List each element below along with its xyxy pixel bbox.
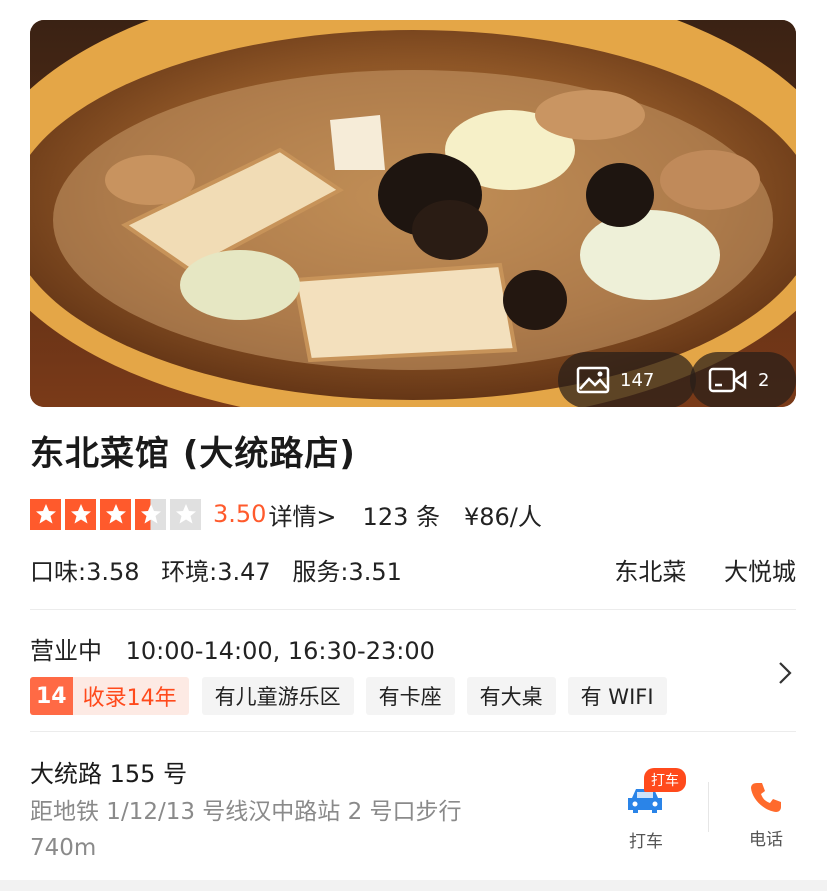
restaurant-name: 东北菜馆 (大统路店) [30,434,356,474]
photo-count-pill[interactable]: 147 [558,352,696,407]
years-listed-badge: 14 收录14年 [30,677,189,715]
action-divider [708,782,709,832]
years-text: 收录14年 [82,686,177,711]
video-count: 2 [758,369,770,391]
image-icon [576,366,610,394]
address[interactable]: 大统路 155 号 [30,754,187,789]
price-per-person: ¥86/人 [463,502,542,531]
taxi-label: 打车 [629,832,663,852]
subscores: 口味:3.58 环境:3.47 服务:3.51 [30,552,416,587]
review-count[interactable]: 123 条 [363,497,440,532]
phone-icon [751,783,781,812]
bottom-separator [0,880,827,891]
photo-count: 147 [620,369,655,391]
star-icon [100,498,131,530]
video-camera-icon [708,367,747,393]
taxi-button[interactable]: 打车 打车 [606,768,686,852]
half-star-icon [135,498,166,530]
open-status: 营业中 [30,637,102,665]
opening-times: 10:00-14:00, 16:30-23:00 [125,637,435,665]
feature-tags: 14 收录14年 有儿童游乐区 有卡座 有大桌 有 WIFI [30,677,679,715]
rating-score: 3.50 [213,500,267,528]
category-tags: 东北菜 大悦城 [584,552,796,587]
rating-detail-link[interactable]: 详情> [268,497,336,532]
transit-directions: 距地铁 1/12/13 号线汉中路站 2 号口步行 740m [30,799,462,861]
years-number: 14 [30,677,73,715]
chevron-right-icon[interactable] [777,660,793,686]
feature-large-table: 有大桌 [466,677,556,715]
business-hours[interactable]: 营业中 10:00-14:00, 16:30-23:00 [30,631,435,666]
star-icon [65,498,96,530]
rating-row: 3.50 详情> 123 条 ¥86/人 [30,497,542,531]
environment-score: 环境:3.47 [161,558,271,586]
empty-star-icon [170,498,201,530]
video-count-pill[interactable]: 2 [690,352,796,407]
feature-booth: 有卡座 [365,677,455,715]
taxi-badge: 打车 [644,768,686,792]
food-photo [30,20,796,407]
divider [30,731,796,732]
star-icon [30,498,61,530]
cuisine-tag[interactable]: 东北菜 [614,558,686,586]
taste-score: 口味:3.58 [30,558,140,586]
service-score: 服务:3.51 [292,558,402,586]
feature-kids-area: 有儿童游乐区 [201,677,354,715]
area-tag[interactable]: 大悦城 [724,558,796,586]
star-rating [30,498,205,530]
divider [30,609,796,610]
phone-button[interactable]: 电话 [726,770,806,850]
phone-label: 电话 [749,830,783,850]
feature-wifi: 有 WIFI [567,677,667,715]
hero-photo[interactable]: 147 2 [30,20,796,407]
